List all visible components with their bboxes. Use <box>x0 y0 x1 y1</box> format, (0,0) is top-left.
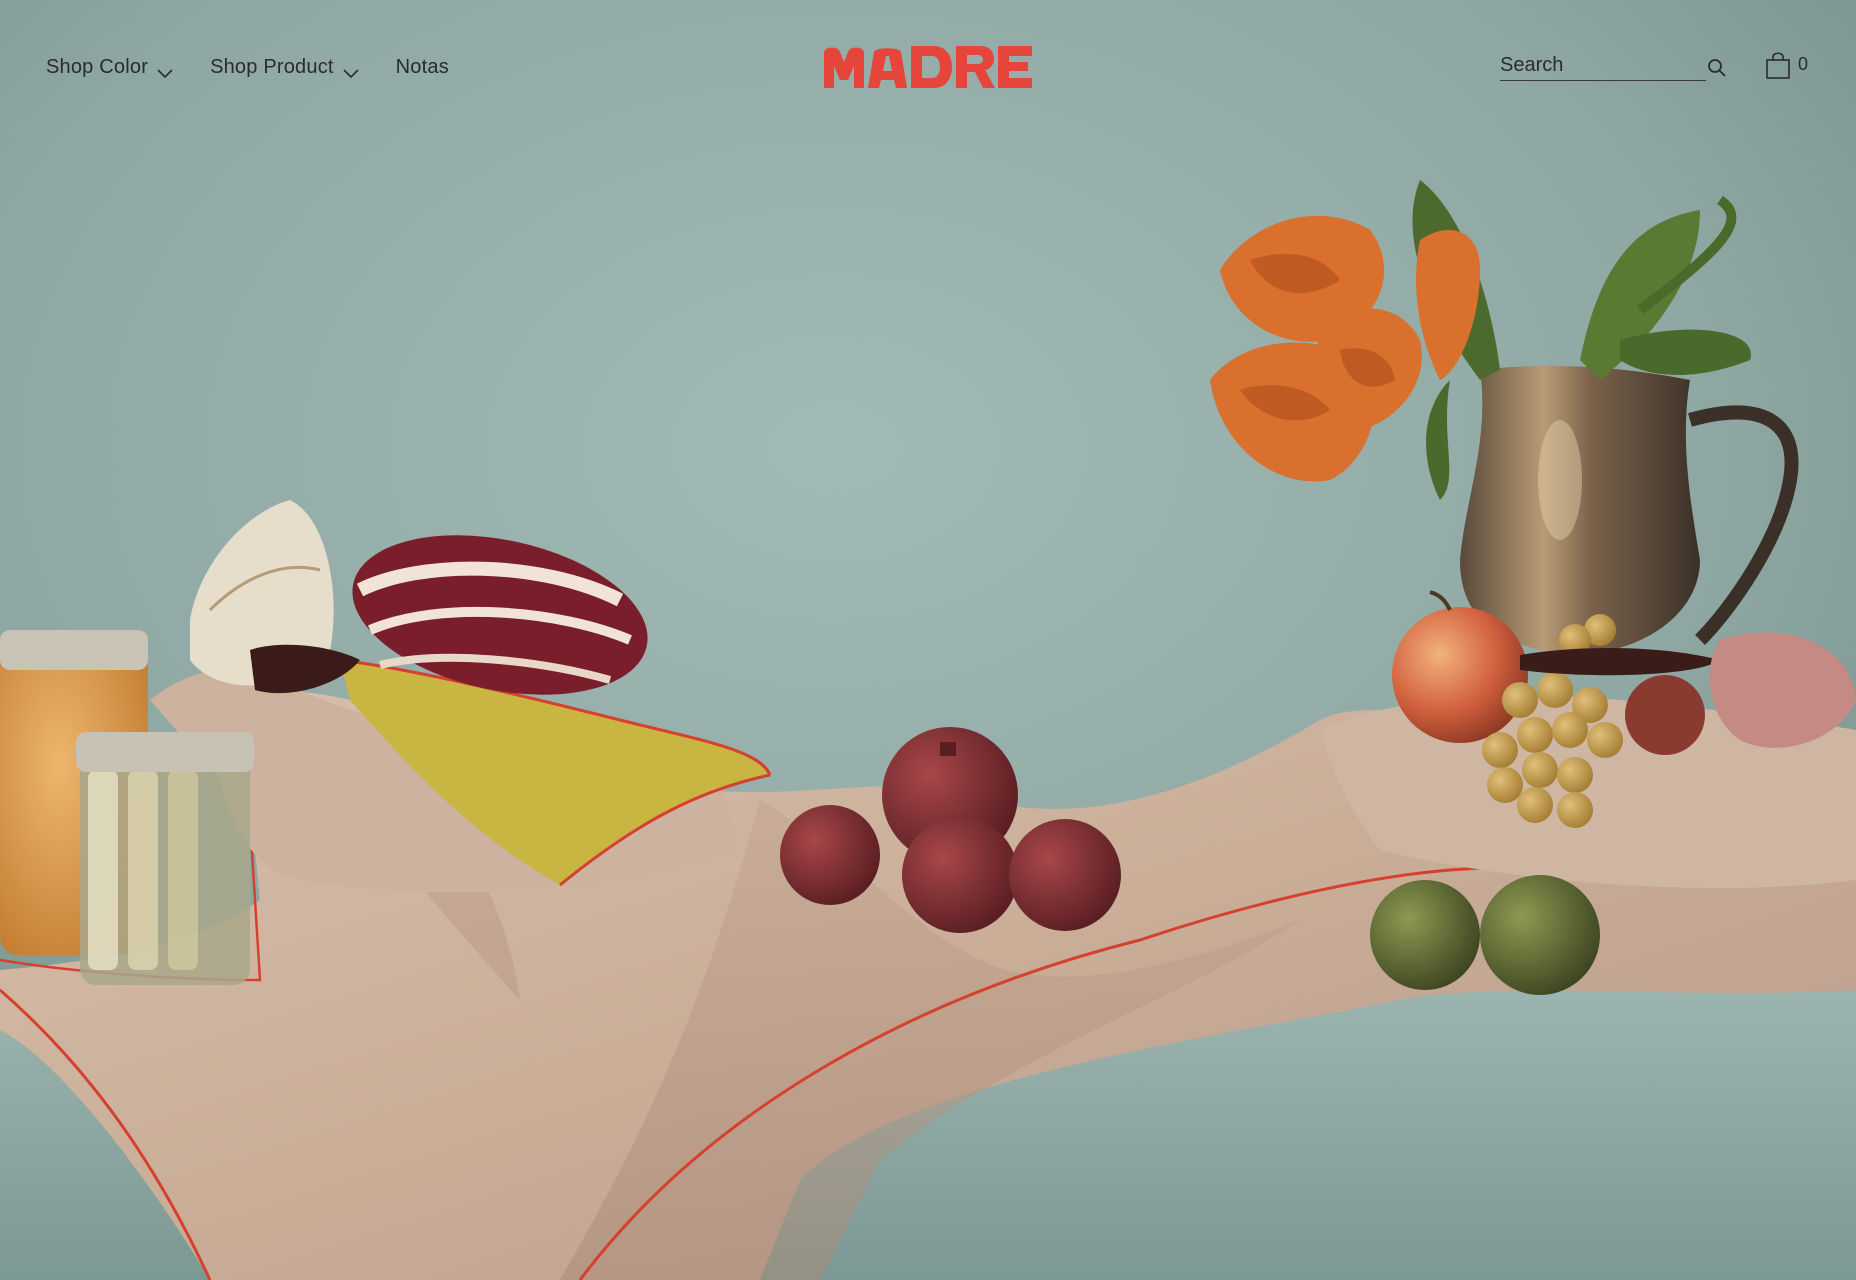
search-input[interactable] <box>1500 54 1706 77</box>
main-nav: Shop Color Shop Product Notas <box>46 56 449 79</box>
hero-image <box>0 0 1856 1280</box>
nav-notas-label: Notas <box>395 56 449 78</box>
madre-logo-icon <box>824 46 1032 88</box>
nav-shop-color-label: Shop Color <box>46 56 149 78</box>
nav-shop-color[interactable]: Shop Color <box>46 56 174 79</box>
nav-shop-product-label: Shop Product <box>210 56 334 78</box>
search-field <box>1500 54 1706 81</box>
nav-notas[interactable]: Notas <box>396 56 449 79</box>
cart-count: 0 <box>1798 54 1809 74</box>
cart-button[interactable]: 0 <box>1764 50 1808 80</box>
chevron-down-icon <box>156 62 174 78</box>
shopping-bag-icon <box>1764 50 1792 80</box>
chevron-down-icon <box>342 62 360 78</box>
nav-shop-product[interactable]: Shop Product <box>210 56 360 79</box>
brand-logo[interactable] <box>822 44 1034 90</box>
search-icon[interactable] <box>1706 57 1728 79</box>
site-header: Shop Color Shop Product Notas Search 0 <box>0 0 1856 134</box>
still-life-photo <box>0 0 1856 1280</box>
